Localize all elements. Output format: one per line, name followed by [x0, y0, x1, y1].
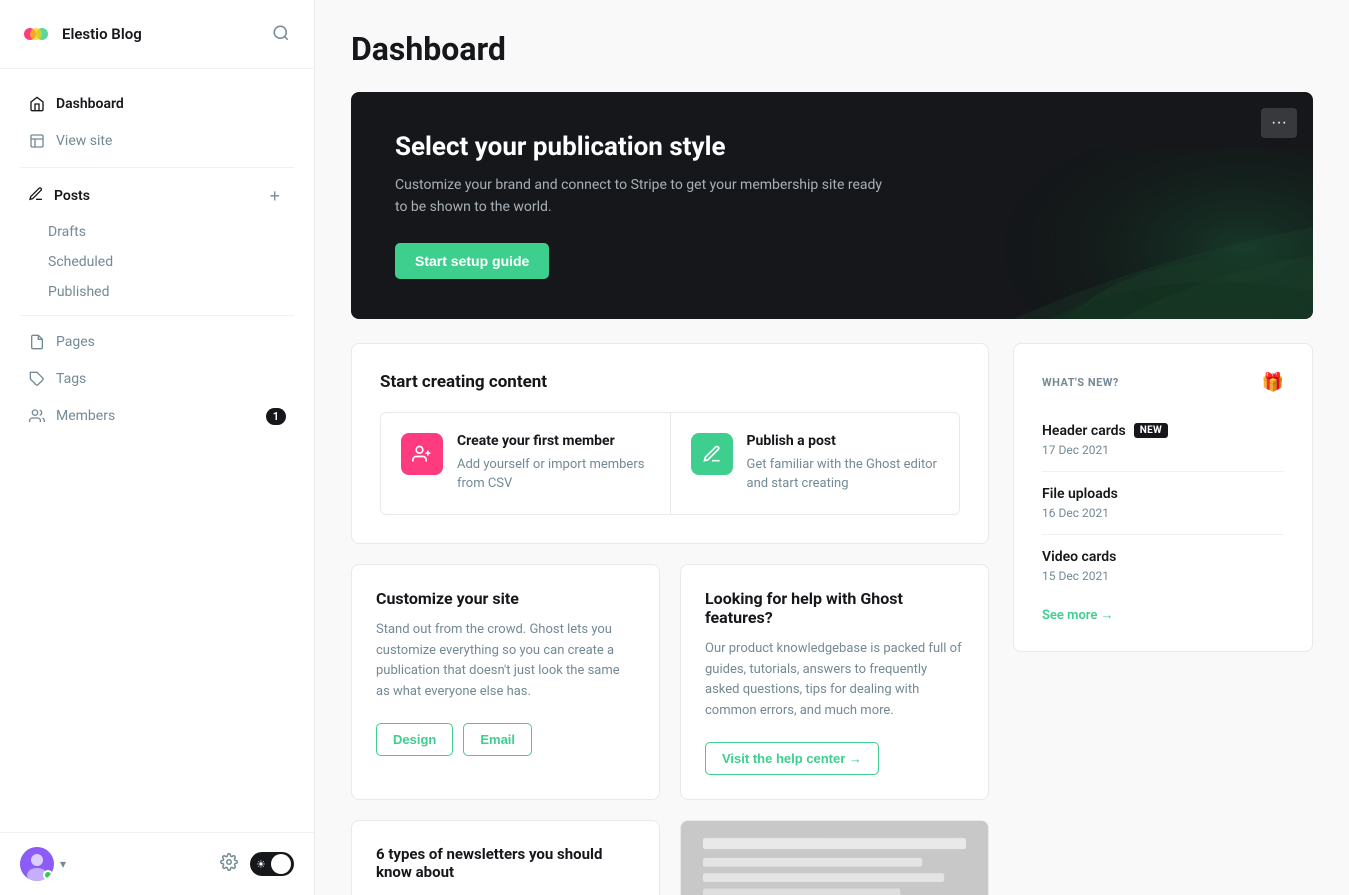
brand[interactable]: Elestio Blog [20, 18, 142, 50]
add-post-button[interactable]: + [263, 185, 286, 207]
sidebar-item-members[interactable]: Members 1 [8, 398, 306, 434]
members-badge: 1 [266, 408, 286, 425]
nav-divider-2 [20, 315, 294, 316]
toggle-knob [271, 854, 291, 874]
brand-logo [20, 18, 52, 50]
sidebar-item-tags[interactable]: Tags [8, 361, 306, 397]
gift-icon: 🎁 [1262, 372, 1284, 393]
news-file-uploads-title: File uploads [1042, 486, 1284, 502]
publish-post-icon [691, 433, 733, 475]
news-file-uploads-date: 16 Dec 2021 [1042, 506, 1284, 520]
start-creating-title: Start creating content [380, 372, 960, 392]
create-member-item[interactable]: Create your first member Add yourself or… [381, 413, 670, 514]
hero-description: Customize your brand and connect to Stri… [395, 174, 895, 219]
main-content: Dashboard ··· Select your publication st… [315, 0, 1349, 895]
search-button[interactable] [268, 20, 294, 49]
members-label: Members [56, 408, 115, 424]
sidebar-item-scheduled[interactable]: Scheduled [48, 247, 314, 277]
article-title: 6 types of newsletters you should know a… [376, 845, 635, 881]
create-member-desc: Add yourself or import members from CSV [457, 455, 650, 494]
sidebar: Elestio Blog Dashboard View site [0, 0, 315, 895]
bottom-cards-grid: 6 types of newsletters you should know a… [351, 820, 989, 895]
page-title: Dashboard [351, 30, 1313, 68]
sidebar-section-posts[interactable]: Posts + [8, 176, 306, 216]
avatar [20, 847, 54, 881]
hero-banner: ··· Select your publication style Custom… [351, 92, 1313, 319]
hero-cta-button[interactable]: Start setup guide [395, 243, 549, 279]
news-video-cards-title: Video cards [1042, 549, 1284, 565]
new-badge: NEW [1134, 423, 1168, 438]
pages-icon [28, 333, 46, 351]
article-image [681, 821, 988, 895]
home-icon [28, 95, 46, 113]
hero-menu-button[interactable]: ··· [1261, 108, 1297, 138]
customize-desc: Stand out from the crowd. Ghost lets you… [376, 620, 635, 703]
posts-sub-menu: Drafts Scheduled Published [0, 217, 314, 307]
whats-new-card: WHAT'S NEW? 🎁 Header cards NEW 17 Dec 20… [1013, 343, 1313, 652]
publish-post-item[interactable]: Publish a post Get familiar with the Gho… [671, 413, 960, 514]
article-card-text: 6 types of newsletters you should know a… [352, 821, 659, 895]
publish-post-desc: Get familiar with the Ghost editor and s… [747, 455, 940, 494]
sidebar-item-drafts[interactable]: Drafts [48, 217, 314, 247]
settings-button[interactable] [220, 853, 238, 876]
article-card[interactable]: 6 types of newsletters you should know a… [351, 820, 660, 895]
sidebar-item-published[interactable]: Published [48, 277, 314, 307]
help-actions: Visit the help center → [705, 742, 964, 775]
sidebar-nav: Dashboard View site Posts + [0, 69, 314, 832]
sidebar-item-view-site[interactable]: View site [8, 123, 306, 159]
see-more-link[interactable]: See more → [1042, 607, 1114, 623]
user-menu[interactable]: ▾ [20, 847, 66, 881]
content-grid: Start creating content Create your first… [351, 343, 1313, 895]
email-button[interactable]: Email [463, 723, 532, 756]
creating-grid: Create your first member Add yourself or… [380, 412, 960, 515]
customize-title: Customize your site [376, 589, 635, 608]
posts-label: Posts [54, 188, 90, 204]
customize-actions: Design Email [376, 723, 635, 756]
publish-post-title: Publish a post [747, 433, 940, 449]
news-video-cards-date: 15 Dec 2021 [1042, 569, 1284, 583]
sidebar-footer: ▾ ☀ [0, 832, 314, 895]
create-member-icon [401, 433, 443, 475]
article-image-card[interactable] [680, 820, 989, 895]
start-creating-card: Start creating content Create your first… [351, 343, 989, 544]
design-button[interactable]: Design [376, 723, 453, 756]
help-card: Looking for help with Ghost features? Ou… [680, 564, 989, 800]
visit-help-center-button[interactable]: Visit the help center → [705, 742, 879, 775]
sidebar-item-dashboard[interactable]: Dashboard [8, 86, 306, 122]
sidebar-view-site-label: View site [56, 133, 112, 149]
chevron-down-icon: ▾ [60, 857, 66, 871]
footer-actions: ☀ [220, 852, 294, 876]
sidebar-item-pages[interactable]: Pages [8, 324, 306, 360]
news-item-header-cards[interactable]: Header cards NEW 17 Dec 2021 [1042, 409, 1284, 472]
view-site-icon [28, 132, 46, 150]
help-desc: Our product knowledgebase is packed full… [705, 639, 964, 722]
tags-icon [28, 370, 46, 388]
whats-new-title: WHAT'S NEW? [1042, 376, 1119, 389]
posts-icon [28, 186, 44, 206]
whats-new-header: WHAT'S NEW? 🎁 [1042, 372, 1284, 393]
news-header-cards-title: Header cards NEW [1042, 423, 1284, 439]
members-icon [28, 407, 46, 425]
news-header-cards-date: 17 Dec 2021 [1042, 443, 1284, 457]
sidebar-dashboard-label: Dashboard [56, 96, 124, 112]
hero-title: Select your publication style [395, 132, 1269, 162]
dark-mode-toggle[interactable]: ☀ [250, 852, 294, 876]
help-title: Looking for help with Ghost features? [705, 589, 964, 627]
left-column: Start creating content Create your first… [351, 343, 989, 895]
create-member-title: Create your first member [457, 433, 650, 449]
nav-divider-1 [20, 167, 294, 168]
news-item-file-uploads[interactable]: File uploads 16 Dec 2021 [1042, 472, 1284, 535]
customize-help-grid: Customize your site Stand out from the c… [351, 564, 989, 800]
customize-card: Customize your site Stand out from the c… [351, 564, 660, 800]
news-item-video-cards[interactable]: Video cards 15 Dec 2021 [1042, 535, 1284, 597]
brand-name: Elestio Blog [62, 25, 142, 43]
sidebar-header: Elestio Blog [0, 0, 314, 69]
pages-label: Pages [56, 334, 95, 350]
tags-label: Tags [56, 371, 86, 387]
online-indicator [43, 870, 53, 880]
